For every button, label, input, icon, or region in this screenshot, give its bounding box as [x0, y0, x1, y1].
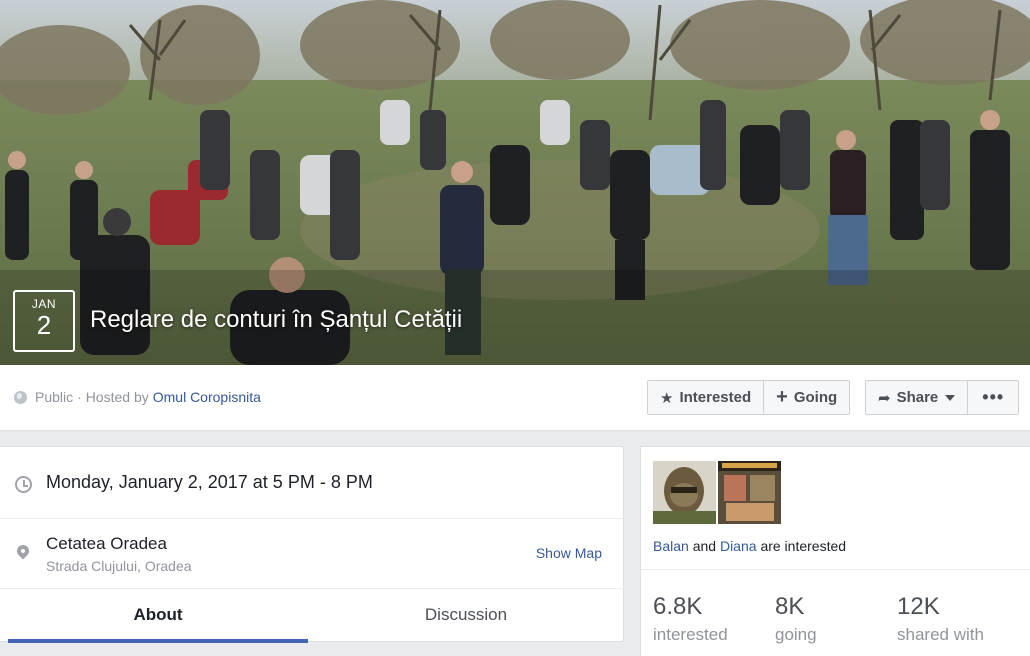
friends-interested-text: Balan and Diana are interested	[653, 538, 846, 554]
event-title: Reglare de conturi în Șanțul Cetății	[90, 306, 463, 333]
stat-label: shared with	[897, 625, 984, 644]
event-place-name[interactable]: Cetatea Oradea	[46, 534, 167, 554]
going-button-label: Going	[793, 389, 838, 406]
stat-value: 8K	[775, 593, 805, 620]
divider	[641, 569, 1030, 570]
star-icon: ★	[660, 389, 674, 407]
event-datetime: Monday, January 2, 2017 at 5 PM - 8 PM	[46, 472, 373, 492]
avatar[interactable]	[653, 461, 716, 524]
going-button[interactable]: + Going	[763, 381, 849, 414]
tab-discussion[interactable]: Discussion	[316, 589, 616, 643]
friends-connector: and	[692, 538, 717, 554]
share-more-button-group: ➦ Share •••	[865, 380, 1020, 415]
stat-value: 6.8K	[653, 593, 703, 620]
event-time-row: Monday, January 2, 2017 at 5 PM - 8 PM	[0, 447, 624, 519]
interested-button-label: Interested	[679, 389, 752, 406]
event-date-month: JAN	[31, 297, 57, 311]
friend-link[interactable]: Balan	[653, 538, 689, 554]
hosted-by-label: · Hosted by	[77, 389, 149, 405]
event-cover-photo: JAN 2 Reglare de conturi în Șanțul Cetăț…	[0, 0, 1030, 365]
event-privacy-host: Public · Hosted by Omul Coropisnita	[14, 389, 261, 405]
event-place-address: Strada Clujului, Oradea	[46, 558, 192, 574]
show-map-link[interactable]: Show Map	[536, 545, 602, 561]
more-options-button[interactable]: •••	[967, 381, 1018, 414]
host-link[interactable]: Omul Coropisnita	[153, 389, 261, 405]
interested-button[interactable]: ★ Interested	[648, 381, 763, 414]
share-button-label: Share	[896, 389, 939, 406]
tab-about[interactable]: About	[8, 589, 308, 643]
friend-avatars	[653, 461, 783, 524]
event-action-bar: Public · Hosted by Omul Coropisnita ★ In…	[0, 365, 1030, 431]
stat-going[interactable]: 8K going	[775, 593, 817, 645]
event-page: JAN 2 Reglare de conturi în Șanțul Cetăț…	[0, 0, 1030, 656]
event-date-badge: JAN 2	[13, 290, 75, 352]
clock-icon	[15, 476, 32, 493]
stat-interested[interactable]: 6.8K interested	[653, 593, 728, 645]
friends-suffix: are interested	[760, 538, 847, 554]
avatar[interactable]	[718, 461, 781, 524]
rsvp-button-group: ★ Interested + Going	[647, 380, 851, 415]
friend-link[interactable]: Diana	[720, 538, 757, 554]
location-pin-icon	[14, 542, 32, 560]
stat-value: 12K	[897, 593, 940, 620]
event-details-card: Monday, January 2, 2017 at 5 PM - 8 PM C…	[0, 446, 624, 643]
privacy-label: Public	[35, 389, 74, 405]
share-button[interactable]: ➦ Share	[866, 381, 967, 414]
event-social-card: Balan and Diana are interested 6.8K inte…	[640, 446, 1030, 656]
stat-label: going	[775, 625, 817, 644]
stat-shared[interactable]: 12K shared with	[897, 593, 984, 645]
event-location-row: Cetatea Oradea Strada Clujului, Oradea S…	[0, 519, 624, 589]
share-arrow-icon: ➦	[878, 389, 891, 407]
chevron-down-icon	[945, 394, 956, 401]
event-date-day: 2	[36, 310, 52, 340]
globe-icon	[14, 390, 27, 404]
stat-label: interested	[653, 625, 728, 644]
plus-icon: +	[776, 386, 788, 408]
